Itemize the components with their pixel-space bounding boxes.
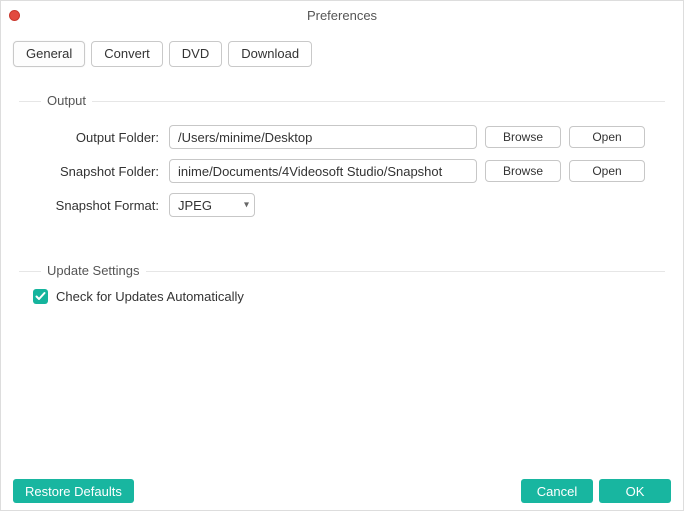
- snapshot-format-label: Snapshot Format:: [25, 198, 161, 213]
- snapshot-folder-open-button[interactable]: Open: [569, 160, 645, 182]
- snapshot-format-select-wrap: JPEG ▾: [169, 193, 255, 217]
- snapshot-folder-input[interactable]: [169, 159, 477, 183]
- window-title: Preferences: [1, 8, 683, 23]
- group-output-legend: Output: [41, 93, 92, 108]
- tab-dvd[interactable]: DVD: [169, 41, 222, 67]
- cancel-button[interactable]: Cancel: [521, 479, 593, 503]
- restore-defaults-button[interactable]: Restore Defaults: [13, 479, 134, 503]
- tab-convert[interactable]: Convert: [91, 41, 163, 67]
- snapshot-folder-label: Snapshot Folder:: [25, 164, 161, 179]
- row-snapshot-folder: Snapshot Folder: Browse Open: [25, 159, 659, 183]
- row-check-updates: Check for Updates Automatically: [33, 289, 665, 304]
- tab-general[interactable]: General: [13, 41, 85, 67]
- output-folder-open-button[interactable]: Open: [569, 126, 645, 148]
- row-snapshot-format: Snapshot Format: JPEG ▾: [25, 193, 659, 217]
- window-controls: [9, 10, 20, 21]
- ok-button[interactable]: OK: [599, 479, 671, 503]
- snapshot-folder-browse-button[interactable]: Browse: [485, 160, 561, 182]
- group-output: Output Output Folder: Browse Open Snapsh…: [19, 91, 665, 233]
- tab-download[interactable]: Download: [228, 41, 312, 67]
- content: Output Output Folder: Browse Open Snapsh…: [1, 73, 683, 304]
- snapshot-format-select[interactable]: JPEG: [169, 193, 255, 217]
- output-folder-label: Output Folder:: [25, 130, 161, 145]
- group-output-rows: Output Folder: Browse Open Snapshot Fold…: [19, 105, 665, 233]
- tab-strip: General Convert DVD Download: [1, 29, 683, 73]
- group-update: Update Settings Check for Updates Automa…: [19, 261, 665, 304]
- titlebar: Preferences: [1, 1, 683, 29]
- right-buttons: Cancel OK: [521, 479, 671, 503]
- group-update-legend: Update Settings: [41, 263, 146, 278]
- divider: [19, 101, 665, 102]
- check-updates-checkbox[interactable]: [33, 289, 48, 304]
- check-icon: [35, 291, 46, 302]
- output-folder-input[interactable]: [169, 125, 477, 149]
- close-icon[interactable]: [9, 10, 20, 21]
- bottom-bar: Restore Defaults Cancel OK: [1, 472, 683, 510]
- output-folder-browse-button[interactable]: Browse: [485, 126, 561, 148]
- row-output-folder: Output Folder: Browse Open: [25, 125, 659, 149]
- check-updates-label: Check for Updates Automatically: [56, 289, 244, 304]
